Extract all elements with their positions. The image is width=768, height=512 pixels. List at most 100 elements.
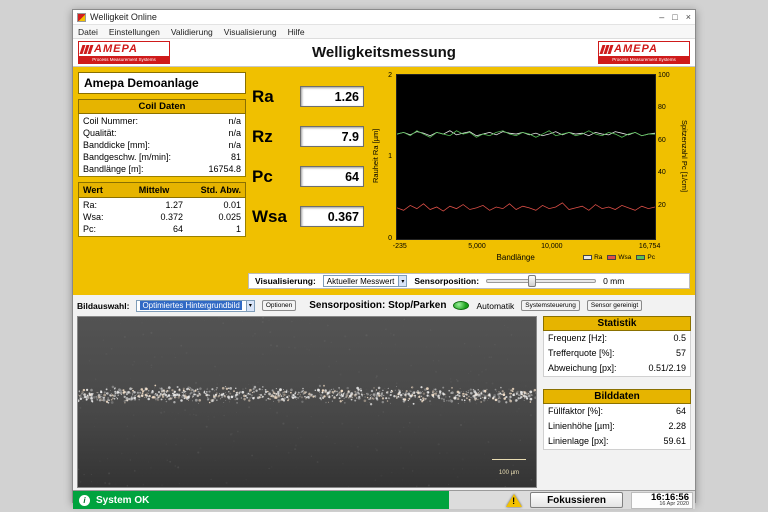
left-info-column: Amepa Demoanlage Coil Daten Coil Nummer:…: [78, 72, 246, 270]
legend-swatch-ra: [583, 255, 593, 260]
fokussieren-button[interactable]: Fokussieren: [530, 492, 623, 508]
title-bar[interactable]: Welligkeit Online – □ ×: [73, 10, 695, 25]
chevron-down-icon[interactable]: ▾: [245, 300, 254, 311]
waviness-chart: Rauheit Ra [µm] 2 1 0 100 80 60 40 20 -2…: [370, 72, 690, 270]
readout-wsa-value: 0.367: [300, 206, 364, 227]
coil-row-qualitaet: Qualität: n/a: [83, 128, 241, 138]
app-icon: [77, 12, 86, 22]
system-status: i System OK: [73, 491, 449, 509]
wert-table: Wert Mittelw Std. Abw. Ra: 1.27 0.01 Wsa: 0…: [78, 182, 246, 237]
readout-pc-value: 64: [300, 166, 364, 187]
coil-row-bandgeschw: Bandgeschw. [m/min]: 81: [83, 152, 241, 162]
wert-row-ra: Ra: 1.27 0.01: [83, 200, 241, 210]
sensorposition-label: Sensorposition:: [414, 276, 480, 286]
wert-table-header: Wert Mittelw Std. Abw.: [78, 182, 246, 198]
status-bar: i System OK Fokussieren 16:16:56 16 Apr …: [73, 490, 695, 509]
wert-row-wsa: Wsa: 0.372 0.025: [83, 212, 241, 222]
coil-daten-panel: Coil Daten Coil Nummer: n/a Qualität: n/a …: [78, 99, 246, 177]
readout-pc: Pc 64: [252, 166, 364, 187]
visualisierung-label: Visualisierung:: [255, 276, 316, 286]
amepa-logo-right: AMEPA Process Measurement Systems: [598, 41, 690, 64]
page-title: Welligkeitsmessung: [312, 44, 456, 61]
amepa-brand-text: AMEPA: [94, 43, 138, 55]
chart-plot-svg: [397, 130, 655, 212]
menu-bar: Datei Einstellungen Validierung Visualis…: [73, 25, 695, 39]
chart-legend: Ra Wsa Pc: [583, 254, 655, 261]
sensorposition-slider[interactable]: [486, 275, 597, 287]
camera-section: Bildauswahl: Optimiertes Hintergrundbild…: [73, 295, 695, 490]
sensor-gereinigt-button[interactable]: Sensor gereinigt: [586, 300, 643, 311]
coil-row-nummer: Coil Nummer: n/a: [83, 116, 241, 126]
legend-swatch-wsa: [607, 255, 617, 260]
automatik-label: Automatik: [476, 300, 515, 311]
scale-bar-label: 100 µm: [498, 470, 520, 476]
slider-thumb[interactable]: [528, 275, 537, 287]
sensorposition-status-label: Sensorposition: Stop/Parken: [309, 300, 447, 311]
camera-speckle-svg: [78, 317, 536, 487]
readout-rz-value: 7.9: [300, 126, 364, 147]
desktop-background: Welligkeit Online – □ × Datei Einstellun…: [0, 0, 768, 512]
statistik-row-trefferquote: Trefferquote [%]: 57: [543, 346, 691, 361]
amepa-logo-subtitle: Process Measurement Systems: [79, 56, 169, 63]
image-controls-row: Bildauswahl: Optimiertes Hintergrundbild…: [77, 297, 691, 314]
scale-bar: 100 µm: [492, 459, 526, 479]
bildauswahl-label: Bildauswahl:: [77, 300, 130, 311]
status-text: System OK: [96, 494, 150, 506]
amepa-stripes-icon: [79, 44, 94, 54]
live-readouts: Ra 1.26 Rz 7.9 Pc 64 Wsa 0.367: [252, 72, 364, 270]
wert-row-pc: Pc: 64 1: [83, 224, 241, 234]
app-header: AMEPA Process Measurement Systems Wellig…: [73, 39, 695, 67]
amepa-brand-text: AMEPA: [614, 43, 658, 55]
menu-item-datei[interactable]: Datei: [78, 27, 98, 37]
right-stats-column: Statistik Frequenz [Hz]: 0.5 Trefferquote…: [543, 316, 691, 488]
readout-wsa: Wsa 0.367: [252, 206, 364, 227]
sensorposition-value: 0 mm: [603, 276, 625, 286]
statistik-header: Statistik: [543, 316, 691, 331]
clock-date: 16 Apr 2020: [659, 501, 689, 507]
bilddaten-row-linienhoehe: Linienhöhe [µm]: 2.28: [543, 419, 691, 434]
scale-bar-line: [492, 459, 526, 460]
legend-item-pc: Pc: [636, 254, 655, 261]
optionen-button[interactable]: Optionen: [261, 300, 297, 311]
chart-ylabel-left: Rauheit Ra [µm]: [371, 128, 380, 184]
automatik-led-icon: [453, 301, 470, 310]
camera-image: 100 µm: [77, 316, 537, 488]
bildauswahl-dropdown[interactable]: Optimiertes Hintergrundbild ▾: [136, 299, 255, 312]
bilddaten-row-linienlage: Linienlage [px]: 59.61: [543, 434, 691, 450]
menu-item-einstellungen[interactable]: Einstellungen: [109, 27, 160, 37]
minimize-button[interactable]: –: [659, 12, 664, 22]
menu-item-validierung[interactable]: Validierung: [171, 27, 213, 37]
visualisierung-dropdown[interactable]: Aktueller Messwert ▾: [322, 275, 408, 287]
menu-item-visualisierung[interactable]: Visualisierung: [224, 27, 277, 37]
legend-swatch-pc: [636, 255, 646, 260]
legend-item-ra: Ra: [583, 254, 602, 261]
warning-icon[interactable]: [506, 493, 523, 507]
amepa-logo-left: AMEPA Process Measurement Systems: [78, 41, 170, 64]
readout-ra-value: 1.26: [300, 86, 364, 107]
coil-row-banddicke: Banddicke [mm]: n/a: [83, 140, 241, 150]
bilddaten-panel: Bilddaten Füllfaktor [%]: 64 Linienhöhe […: [543, 389, 691, 450]
plant-name: Amepa Demoanlage: [78, 72, 246, 94]
amepa-stripes-icon: [599, 44, 614, 54]
coil-row-bandlaenge: Bandlänge [m]: 16754.8: [83, 164, 241, 174]
visualisierung-row: Visualisierung: Aktueller Messwert ▾ Sen…: [248, 273, 690, 289]
statistik-row-frequenz: Frequenz [Hz]: 0.5: [543, 331, 691, 346]
readout-ra: Ra 1.26: [252, 86, 364, 107]
window-title: Welligkeit Online: [90, 12, 157, 22]
info-icon: i: [79, 494, 90, 506]
measurement-section: Amepa Demoanlage Coil Daten Coil Nummer:…: [73, 67, 695, 295]
bilddaten-row-fuellfaktor: Füllfaktor [%]: 64: [543, 404, 691, 419]
amepa-logo-subtitle: Process Measurement Systems: [599, 56, 689, 63]
statistik-row-abweichung: Abweichung [px]: 0.51/2.19: [543, 361, 691, 377]
systemsteuerung-button[interactable]: Systemsteuerung: [521, 300, 580, 311]
chart-plot-area: 2 1 0 100 80 60 40 20 -235 5,000 10,000 …: [388, 72, 670, 262]
maximize-button[interactable]: □: [672, 12, 677, 22]
menu-item-hilfe[interactable]: Hilfe: [288, 27, 305, 37]
chevron-down-icon[interactable]: ▾: [398, 276, 407, 286]
statistik-panel: Statistik Frequenz [Hz]: 0.5 Trefferquote…: [543, 316, 691, 377]
legend-item-wsa: Wsa: [607, 254, 631, 261]
coil-daten-header: Coil Daten: [78, 99, 246, 114]
close-button[interactable]: ×: [686, 12, 691, 22]
chart-ylabel-right: Spitzenzahl Pc [1/cm]: [680, 119, 689, 193]
app-window: Welligkeit Online – □ × Datei Einstellun…: [72, 9, 696, 509]
